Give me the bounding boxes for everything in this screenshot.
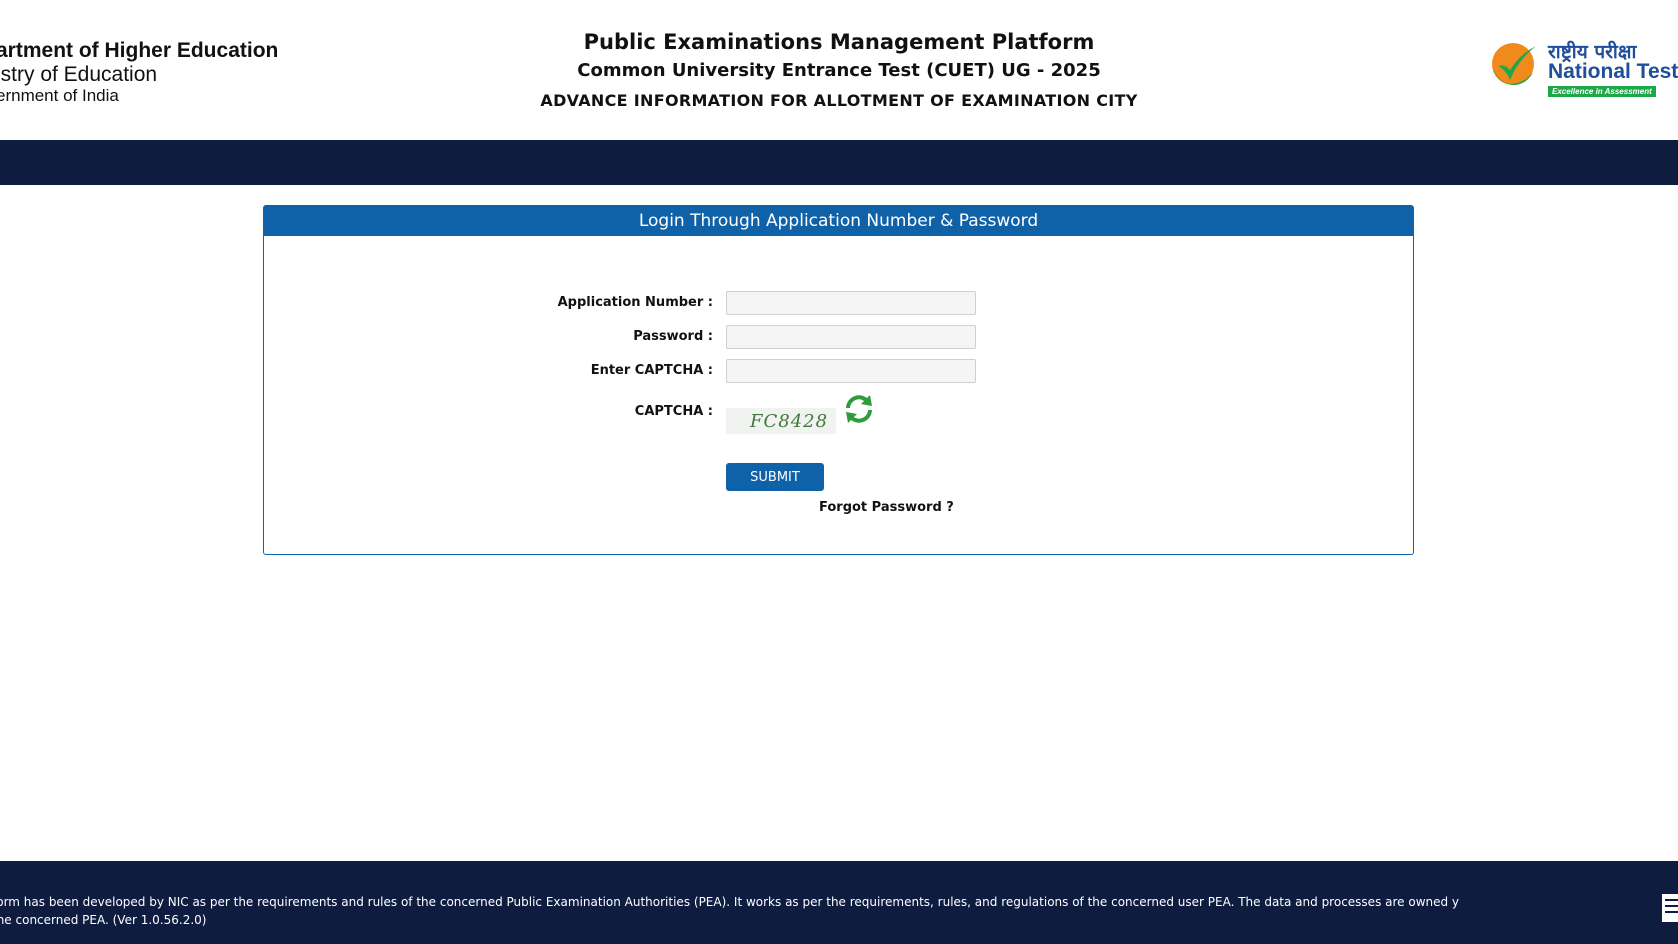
- captcha-text: FC8428: [750, 411, 829, 432]
- refresh-icon[interactable]: [842, 392, 876, 426]
- footer: form has been developed by NIC as per th…: [0, 861, 1678, 944]
- header: artment of Higher Education istry of Edu…: [0, 0, 1678, 140]
- page-notice: ADVANCE INFORMATION FOR ALLOTMENT OF EXA…: [540, 91, 1138, 110]
- captcha-input-label: Enter CAPTCHA :: [590, 363, 713, 378]
- check-logo-icon: [1492, 43, 1536, 85]
- page: artment of Higher Education istry of Edu…: [0, 0, 1678, 944]
- captcha-label: CAPTCHA :: [634, 404, 713, 419]
- application-number-label: Application Number :: [557, 295, 713, 310]
- nta-logo: राष्ट्रीय परीक्षा National Testi Excelle…: [1490, 38, 1678, 102]
- navbar: [0, 140, 1678, 185]
- captcha-image: FC8428: [726, 408, 836, 434]
- login-panel: Login Through Application Number & Passw…: [263, 205, 1414, 555]
- password-input[interactable]: [726, 325, 976, 349]
- footer-text: form has been developed by NIC as per th…: [0, 895, 1460, 927]
- captcha-input[interactable]: [726, 359, 976, 383]
- password-label: Password :: [633, 329, 713, 344]
- logo-tagline: Excellence in Assessment: [1548, 86, 1656, 97]
- document-icon: [1662, 894, 1678, 922]
- page-title: Public Examinations Management Platform: [583, 30, 1095, 54]
- page-subtitle: Common University Entrance Test (CUET) U…: [577, 60, 1101, 81]
- logo-english-text: National Testi: [1548, 60, 1678, 83]
- forgot-password-link[interactable]: Forgot Password ?: [819, 500, 954, 515]
- login-heading: Login Through Application Number & Passw…: [264, 206, 1413, 236]
- submit-button[interactable]: SUBMIT: [726, 463, 824, 491]
- header-titles: Public Examinations Management Platform …: [0, 28, 1678, 116]
- application-number-input[interactable]: [726, 291, 976, 315]
